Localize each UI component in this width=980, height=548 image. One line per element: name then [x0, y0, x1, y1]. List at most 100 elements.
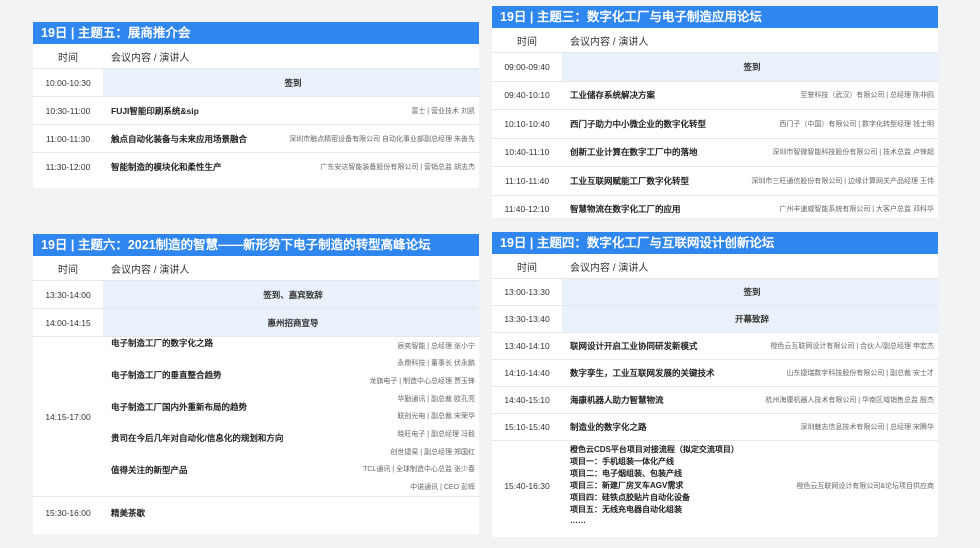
column-headers: 时间 会议内容 / 演讲人 [33, 44, 479, 68]
row-speaker: 西门子（中国）有限公司 | 数字化转型经理 钱士明 [779, 120, 934, 128]
table-row: 09:00-09:40 签到 [492, 52, 938, 81]
row-title: 惠州招商宣导 [267, 317, 319, 328]
row-speaker: 深圳市三旺通信股份有限公司 | 边缘计算网关产品经理 王伟 [751, 177, 934, 185]
row-time: 14:15-17:00 [45, 411, 91, 422]
speaker-name: 晓旺电子 | 副总经理 冯毅 [397, 431, 475, 439]
row-content: 签到 [562, 53, 938, 81]
row-speaker: 至誉科技（武汉）有限公司 | 总经理 陈非鸥 [800, 92, 934, 100]
row-time: 15:10-15:40 [504, 422, 550, 432]
speaker-name: 华勤通讯 | 副总裁 欧孔亮 [397, 395, 475, 403]
row-content: FUJI智能印刷系统&sip 富士 | 营业技术 刘凯 [103, 97, 479, 124]
row-time: 13:30-14:00 [33, 281, 103, 308]
col-content: 会议内容 / 演讲人 [570, 262, 649, 274]
row-content: 创新工业计算在数字工厂中的落地 深圳市智微智能科技股份有限公司 | 技术总监 卢锋… [562, 139, 938, 167]
row-speaker: 广州丰速威智能系统有限公司 | 大客户总监 邓科华 [779, 206, 934, 214]
topic-title: 贵司在今后几年对自动化/信息化的规划和方向 [111, 433, 284, 444]
panel-theme-4: 19日 | 主题四：数字化工厂与互联网设计创新论坛 时间 会议内容 / 演讲人 … [492, 232, 938, 537]
topic-title: 电子制造工厂的垂直整合趋势 [111, 369, 222, 380]
table-row: 09:40-10:10 工业储存系统解决方案 至誉科技（武汉）有限公司 | 总经理 … [492, 80, 938, 110]
panel-header: 19日 | 主题四：数字化工厂与互联网设计创新论坛 [492, 232, 938, 254]
schedule-rows: 13:00-13:30 签到 13:30-13:40 开幕致辞 13:40-14:10 联… [492, 278, 938, 440]
project-line: 项目三：新建厂房叉车AGV需求 [570, 480, 684, 490]
row-time: 13:00-13:30 [492, 279, 562, 305]
table-row: 11:10-11:40 工业互联网赋能工厂数字化转型 深圳市三旺通信股份有限公司 |… [492, 166, 938, 195]
row-time: 14:40-15:10 [504, 395, 550, 405]
row-time: 11:10-11:40 [504, 175, 550, 186]
table-row: 13:30-14:00 签到、嘉宾致辞 [33, 280, 479, 308]
row-title: 制造业的数字化之路 [570, 422, 647, 432]
row-time: 10:10-10:40 [504, 118, 550, 129]
row-title: 签到、嘉宾致辞 [263, 289, 323, 300]
table-row: 14:10-14:40 数字孪生，工业互联网发展的关键技术 山东捷瑞数字科技股份有限… [492, 359, 938, 386]
row-time: 11:00-11:30 [45, 133, 91, 144]
table-row: 13:40-14:10 联网设计开启工业协同研发新模式 橙色云互联网设计有限公司 |… [492, 332, 938, 359]
table-row: 14:00-14:15 惠州招商宣导 [33, 308, 479, 336]
row-title: 签到 [743, 287, 761, 297]
schedule-rows: 09:00-09:40 签到 09:40-10:10 工业储存系统解决方案 至誉科技（武… [492, 52, 938, 223]
row-title: 数字孪生，工业互联网发展的关键技术 [570, 368, 715, 378]
row-time: 10:30-11:00 [45, 105, 91, 116]
col-time: 时间 [517, 262, 537, 274]
speaker-name: 辰奕智能 | 总经理 张小宁 [397, 342, 475, 350]
row-content: 精美茶歇 [103, 497, 479, 528]
row-speaker: 山东捷瑞数字科技股份有限公司 | 副总裁 安士才 [786, 370, 934, 377]
column-headers: 时间 会议内容 / 演讲人 [33, 256, 479, 280]
panel-header: 19日 | 主题三：数字化工厂与电子制造应用论坛 [492, 6, 938, 28]
row-time: 13:40-14:10 [504, 341, 550, 351]
topic-title: 电子制造工厂的数字化之路 [111, 338, 214, 348]
row-content: 工业互联网赋能工厂数字化转型 深圳市三旺通信股份有限公司 | 边缘计算网关产品经理… [562, 167, 938, 195]
speaker-name: 创世捷易 | 副总经理 郑国红 [390, 448, 475, 456]
schedule-rows: 13:30-14:00 签到、嘉宾致辞 14:00-14:15 惠州招商宣导 [33, 280, 479, 336]
project-line: …… [570, 515, 586, 525]
col-time: 时间 [58, 52, 78, 64]
row-speaker: 富士 | 营业技术 刘凯 [411, 107, 475, 115]
row-time: 09:40-10:10 [504, 90, 550, 101]
project-line: 项目二：电子烟组装、包装产线 [570, 468, 682, 478]
speaker-name: 联创光电 | 副总裁 宋荣华 [397, 413, 475, 421]
panel-theme-6: 19日 | 主题六：2021制造的智慧——新形势下电子制造的转型高峰论坛 时间 … [33, 234, 479, 534]
row-speaker: 广东安达智能装备股份有限公司 | 营销总监 胡志杰 [320, 163, 475, 171]
topic-title: 值得关注的新型产品 [111, 465, 188, 476]
row-content: 开幕致辞 [562, 306, 938, 332]
table-row: 15:10-15:40 制造业的数字化之路 深圳魅志信息技术有限公司 | 总经理 宋… [492, 413, 938, 440]
table-row: 14:40-15:10 海康机器人助力智慧物流 杭州海康机器人技术有限公司 | 华南… [492, 386, 938, 413]
row-content: 联网设计开启工业协同研发新模式 橙色云互联网设计有限公司 | 合伙人/副总经理 申… [562, 333, 938, 359]
col-content: 会议内容 / 演讲人 [570, 36, 649, 48]
row-speaker: 深圳市智微智能科技股份有限公司 | 技术总监 卢锋超 [772, 149, 934, 157]
row-title: 创新工业计算在数字工厂中的落地 [570, 147, 698, 158]
project-line: 项目一：手机组装一体化产线 [570, 456, 674, 466]
row-speaker: 橙色云互联网设计有限公司 | 合伙人/副总经理 申宏杰 [770, 343, 934, 350]
table-row: 14:15-17:00 电子制造工厂的数字化之路 电子制造工厂的垂直整合趋势 电子制… [33, 336, 479, 496]
panel-theme-3: 19日 | 主题三：数字化工厂与电子制造应用论坛 时间 会议内容 / 演讲人 0… [492, 6, 938, 218]
row-speaker: 杭州海康机器人技术有限公司 | 华南区域销售总监 殷杰 [765, 397, 934, 404]
table-row: 15:40-16:30 橙色云CDS平台项目对接流程（拟定交流项目） 项目一：手机… [492, 440, 938, 530]
col-time: 时间 [58, 264, 78, 276]
row-content: 工业储存系统解决方案 至誉科技（武汉）有限公司 | 总经理 陈非鸥 [562, 82, 938, 110]
row-content: 智慧物流在数字化工厂的应用 广州丰速威智能系统有限公司 | 大客户总监 邓科华 [562, 196, 938, 224]
row-time: 14:00-14:15 [33, 309, 103, 336]
row-title: 开幕致辞 [734, 314, 769, 324]
row-content: 制造业的数字化之路 深圳魅志信息技术有限公司 | 总经理 宋腾华 [562, 414, 938, 440]
column-headers: 时间 会议内容 / 演讲人 [492, 254, 938, 278]
table-row: 10:40-11:10 创新工业计算在数字工厂中的落地 深圳市智微智能科技股份有限公… [492, 137, 938, 167]
row-content: 橙色云CDS平台项目对接流程（拟定交流项目） 项目一：手机组装一体化产线 项目二：电… [562, 441, 938, 530]
topic-list: 电子制造工厂的数字化之路 电子制造工厂的垂直整合趋势 电子制造工厂国内外重新布局的趋… [111, 337, 363, 496]
row-title: 联网设计开启工业协同研发新模式 [570, 341, 698, 351]
row-title: 西门子助力中小微企业的数字化转型 [570, 118, 707, 129]
schedule-rows: 10:00-10:30 签到 10:30-11:00 FUJI智能印刷系统&sip 富士… [33, 68, 479, 180]
col-content: 会议内容 / 演讲人 [111, 264, 190, 276]
table-row: 13:30-13:40 开幕致辞 [492, 305, 938, 332]
project-line: 橙色云CDS平台项目对接流程（拟定交流项目） [570, 444, 739, 454]
row-time: 09:00-09:40 [492, 53, 562, 81]
row-content: 数字孪生，工业互联网发展的关键技术 山东捷瑞数字科技股份有限公司 | 副总裁 安士… [562, 360, 938, 386]
table-row: 11:00-11:30 触点自动化装备与未来应用场景融合 深圳市触点精密设备有限公司… [33, 124, 479, 152]
panel-header: 19日 | 主题五：展商推介会 [33, 22, 479, 44]
row-content: 海康机器人助力智慧物流 杭州海康机器人技术有限公司 | 华南区域销售总监 殷杰 [562, 387, 938, 413]
row-content: 智能制造的模块化和柔性生产 广东安达智能装备股份有限公司 | 营销总监 胡志杰 [103, 153, 479, 180]
row-title: 工业储存系统解决方案 [570, 90, 656, 101]
row-speaker: 深圳魅志信息技术有限公司 | 总经理 宋腾华 [800, 424, 934, 431]
row-time: 11:40-12:10 [504, 204, 550, 215]
speaker-list: 辰奕智能 | 总经理 张小宁 永鼎科技 | 董事长 伏永鹏 龙旗电子 | 制造中心总… [363, 337, 475, 496]
speaker-name: TCL通讯 | 全球制造中心总监 张少春 [363, 466, 475, 474]
row-content: 签到、嘉宾致辞 [103, 281, 479, 308]
